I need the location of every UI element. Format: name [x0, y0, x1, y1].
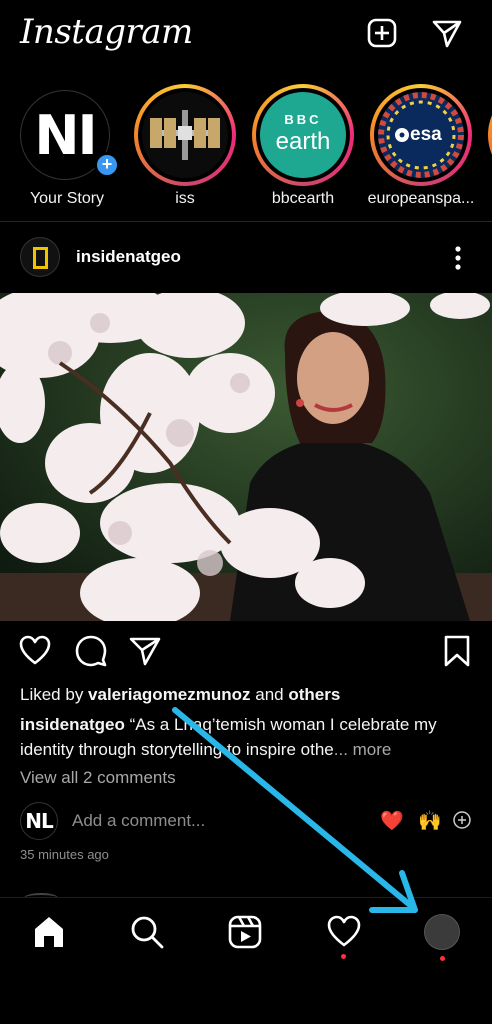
my-avatar: NL — [20, 802, 58, 840]
comment-bubble-icon[interactable] — [74, 634, 108, 668]
add-story-plus-icon[interactable]: + — [94, 152, 120, 178]
esa-avatar: esa — [378, 92, 464, 178]
instagram-logo[interactable]: Instagram — [20, 12, 193, 52]
reels-icon[interactable] — [227, 914, 263, 950]
more-options-icon[interactable] — [448, 244, 468, 272]
add-comment-row: NL Add a comment... ❤️ 🙌 — [0, 800, 492, 842]
story-name: iss — [175, 190, 195, 207]
share-paper-plane-icon[interactable] — [128, 634, 162, 668]
add-comment-input[interactable]: Add a comment... — [72, 811, 205, 831]
story-name: Your Story — [29, 190, 105, 207]
story-iss[interactable]: iss — [128, 80, 238, 215]
paper-plane-icon[interactable] — [430, 16, 464, 50]
caption-username[interactable]: insidenatgeo — [20, 715, 125, 734]
story-partial[interactable] — [482, 80, 492, 215]
divider — [0, 221, 492, 222]
post-photo[interactable] — [0, 293, 492, 621]
search-icon[interactable] — [129, 914, 165, 950]
iss-avatar — [142, 92, 228, 178]
story-name: europeanspa... — [367, 190, 475, 207]
bottom-nav — [0, 897, 492, 967]
liked-by-user[interactable]: valeriagomezmunoz — [88, 685, 251, 704]
plus-square-icon[interactable] — [365, 16, 399, 50]
profile-notification-dot — [440, 956, 445, 961]
liked-by-others[interactable]: others — [288, 685, 340, 704]
add-emoji-plus-icon[interactable] — [452, 810, 472, 830]
stories-tray: NI + Your Story iss BBC earth bbcearth e… — [0, 80, 492, 220]
natgeo-avatar[interactable] — [20, 237, 60, 277]
bbcearth-avatar: BBC earth — [260, 92, 346, 178]
like-heart-icon[interactable] — [18, 634, 52, 668]
top-app-bar: Instagram — [0, 0, 492, 70]
post-actions — [0, 632, 492, 672]
activity-notification-dot — [341, 954, 346, 959]
post-timestamp: 35 minutes ago — [20, 847, 109, 862]
quick-emoji-raised-hands[interactable]: 🙌 — [418, 809, 442, 833]
profile-avatar[interactable] — [424, 914, 460, 950]
caption-more-link[interactable]: ... more — [334, 740, 392, 759]
story-europeanspaceagency[interactable]: esa europeanspa... — [364, 80, 474, 215]
liked-by-text[interactable]: Liked by valeriagomezmunoz and others — [20, 685, 340, 705]
quick-emoji-heart[interactable]: ❤️ — [380, 809, 404, 833]
post-caption: insidenatgeo “As a Lhaq’temish woman I c… — [20, 712, 480, 762]
home-icon[interactable] — [31, 914, 67, 950]
activity-heart-icon[interactable] — [326, 914, 362, 950]
post-username[interactable]: insidenatgeo — [76, 247, 181, 267]
story-name: bbcearth — [271, 190, 335, 207]
story-your-story[interactable]: NI + Your Story — [10, 80, 120, 215]
view-all-comments-link[interactable]: View all 2 comments — [20, 768, 176, 788]
post-header: insidenatgeo — [0, 232, 492, 284]
story-bbcearth[interactable]: BBC earth bbcearth — [246, 80, 356, 215]
save-bookmark-icon[interactable] — [440, 634, 474, 668]
